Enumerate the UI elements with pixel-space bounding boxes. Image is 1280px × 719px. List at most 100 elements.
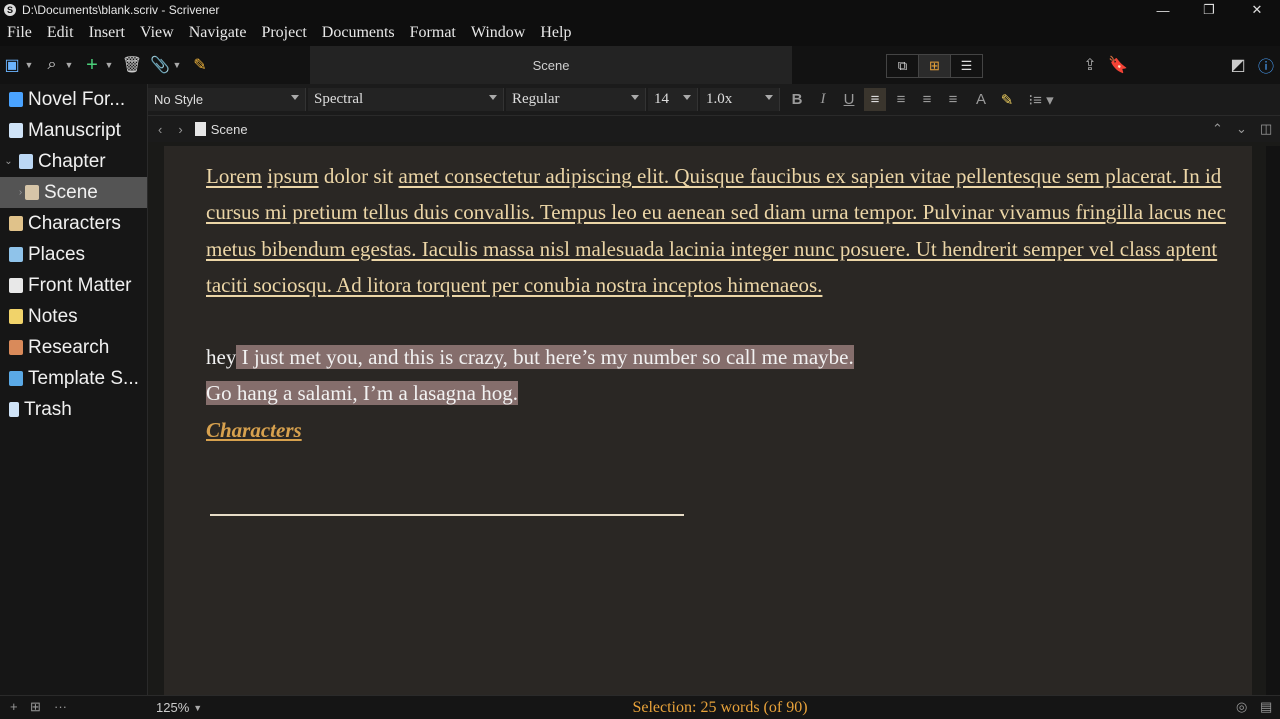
binder-item-template-sheets[interactable]: Template S... (0, 363, 147, 394)
compose-icon[interactable]: ✎ (190, 46, 210, 84)
chevron-down-icon (683, 95, 691, 100)
italic-icon[interactable]: I (812, 88, 834, 111)
editor-text[interactable]: Lorem ipsum dolor sit amet consectetur a… (206, 158, 1251, 448)
inspector-icon[interactable]: ◩ (1228, 46, 1248, 84)
main-toolbar: ▣ ▼ ⌕ ▼ + ▼ 🗑 📎 ▼ ✎ Scene ⧉ ⊞ ☰ ⇪ 🔖 ◩ ⓘ (0, 46, 1280, 85)
forward-arrow-icon[interactable]: › (178, 122, 182, 137)
share-icon[interactable]: ⇪ (1080, 46, 1100, 84)
outline-icon[interactable]: ☰ (951, 55, 982, 77)
menu-view[interactable]: View (140, 24, 174, 42)
back-arrow-icon[interactable]: ‹ (158, 122, 162, 137)
project-icon (9, 92, 23, 107)
binder-item-front-matter[interactable]: Front Matter (0, 270, 147, 301)
bookmark-icon[interactable]: 🔖 (1108, 46, 1128, 84)
footer-bar: + ⊞ ··· Selection: 25 words (of 90) 125%… (0, 695, 1280, 719)
binder-item-characters[interactable]: Characters (0, 208, 147, 239)
list-icon[interactable]: ⁝≡ ▾ (1024, 88, 1058, 111)
info-icon[interactable]: ⓘ (1256, 46, 1276, 84)
chevron-down-icon: ▼ (193, 702, 203, 713)
target-icon[interactable]: ◎ (1236, 699, 1247, 715)
menu-documents[interactable]: Documents (322, 24, 395, 42)
style-select[interactable]: No Style (148, 88, 306, 111)
add-icon[interactable]: + (82, 46, 102, 84)
text-color-icon[interactable]: A (970, 88, 992, 111)
attachment-icon[interactable]: 📎 (150, 46, 170, 84)
align-justify-icon[interactable]: ≡ (916, 88, 938, 111)
line-spacing-select[interactable]: 1.0x (700, 88, 780, 111)
chevron-down-icon[interactable]: ▼ (22, 46, 36, 84)
underline-icon[interactable]: U (838, 88, 860, 111)
paragraph-selected-2: Go hang a salami, I’m a lasagna hog. (206, 375, 1251, 411)
split-view-icon[interactable]: ◫ (1260, 121, 1272, 137)
zoom-select[interactable]: 125% ▼ (156, 696, 202, 719)
binder-item-novel[interactable]: Novel For... (0, 84, 147, 115)
restore-button[interactable]: ❐ (1186, 0, 1232, 20)
characters-link[interactable]: Characters (206, 412, 1251, 448)
characters-icon (9, 216, 23, 231)
document-title-bar: Scene (310, 46, 792, 84)
font-select[interactable]: Spectral (308, 88, 504, 111)
highlight-icon[interactable]: ✎ (996, 88, 1018, 111)
header-doc-title[interactable]: Scene (211, 122, 248, 137)
menu-help[interactable]: Help (540, 24, 571, 42)
vertical-scrollbar[interactable] (1266, 146, 1280, 695)
binder-sidebar: Novel For... Manuscript ⌄ Chapter › Scen… (0, 84, 148, 696)
window-title: D:\Documents\blank.scriv - Scrivener (22, 3, 220, 17)
chevron-down-icon[interactable]: ⌄ (1236, 121, 1247, 137)
align-left-icon[interactable]: ≡ (864, 88, 886, 111)
close-button[interactable]: ✕ (1234, 0, 1280, 20)
menu-edit[interactable]: Edit (47, 24, 74, 42)
trash-icon[interactable]: 🗑 (122, 46, 142, 84)
places-icon (9, 247, 23, 262)
binder-toggle-icon[interactable]: ▣ (2, 46, 22, 84)
document-icon (194, 122, 206, 136)
chevron-down-icon (489, 95, 497, 100)
chevron-down-icon[interactable]: ▼ (170, 46, 184, 84)
binder-item-research[interactable]: Research (0, 332, 147, 363)
notes-icon (9, 309, 23, 324)
trash-icon (9, 402, 19, 417)
text-selection: I just met you, and this is crazy, but h… (236, 345, 854, 370)
research-icon (9, 340, 23, 355)
title-bar: S D:\Documents\blank.scriv - Scrivener —… (0, 0, 1280, 20)
bold-icon[interactable]: B (786, 88, 808, 111)
font-size-select[interactable]: 14 (648, 88, 698, 111)
editor-area: Lorem ipsum dolor sit amet consectetur a… (148, 142, 1280, 695)
chevron-down-icon (291, 95, 299, 100)
chevron-up-icon[interactable]: ⌃ (1212, 121, 1223, 137)
align-center-icon[interactable]: ≡ (890, 88, 912, 111)
chevron-down-icon[interactable]: ▼ (62, 46, 76, 84)
align-right-icon[interactable]: ≡ (942, 88, 964, 111)
binder-item-scene[interactable]: › Scene (0, 177, 147, 208)
template-icon (9, 371, 23, 386)
minimize-button[interactable]: — (1140, 0, 1186, 20)
binder-item-manuscript[interactable]: Manuscript (0, 115, 147, 146)
binder-item-trash[interactable]: Trash (0, 394, 147, 425)
menu-project[interactable]: Project (261, 24, 306, 42)
chevron-down-icon (765, 95, 773, 100)
editor-page[interactable]: Lorem ipsum dolor sit amet consectetur a… (164, 146, 1252, 695)
paragraph-lorem: Lorem ipsum dolor sit amet consectetur a… (206, 164, 1226, 297)
font-weight-select[interactable]: Regular (506, 88, 646, 111)
format-bar: No Style Spectral Regular 14 1.0x B I U … (148, 84, 1280, 116)
corkboard-icon[interactable]: ⊞ (919, 55, 951, 77)
search-icon[interactable]: ⌕ (42, 46, 62, 84)
editor-header: ‹ › Scene ⌃ ⌄ ◫ (148, 116, 1280, 142)
menu-bar: File Edit Insert View Navigate Project D… (0, 20, 1280, 46)
text-selection: Go hang a salami, I’m a lasagna hog. (206, 381, 518, 406)
view-mode-group: ⧉ ⊞ ☰ (886, 54, 983, 78)
chevron-down-icon[interactable]: ▼ (102, 46, 116, 84)
single-view-icon[interactable]: ⧉ (887, 55, 919, 77)
menu-file[interactable]: File (7, 24, 32, 42)
menu-insert[interactable]: Insert (89, 24, 125, 42)
binder-item-chapter[interactable]: ⌄ Chapter (0, 146, 147, 177)
menu-window[interactable]: Window (471, 24, 525, 42)
binder-item-places[interactable]: Places (0, 239, 147, 270)
manuscript-icon (9, 123, 23, 138)
menu-navigate[interactable]: Navigate (189, 24, 247, 42)
horizontal-rule (210, 514, 684, 516)
binder-item-notes[interactable]: Notes (0, 301, 147, 332)
front-matter-icon (9, 278, 23, 293)
document-stats-icon[interactable]: ▤ (1260, 699, 1272, 715)
menu-format[interactable]: Format (410, 24, 456, 42)
